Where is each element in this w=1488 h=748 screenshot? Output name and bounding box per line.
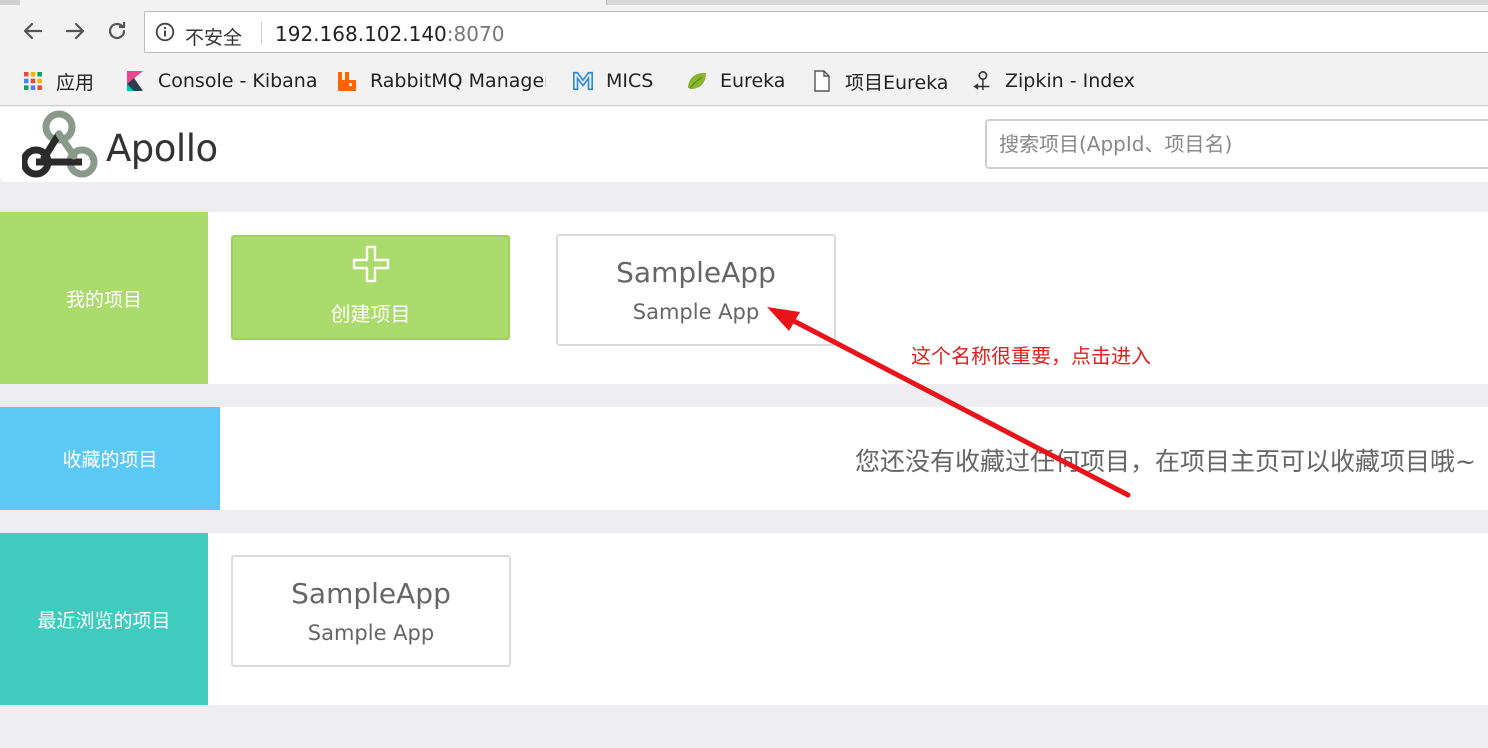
app-name: SampleApp — [616, 256, 776, 289]
arrow-right-icon — [65, 22, 85, 40]
bookmark-label: 应用 — [56, 71, 95, 94]
eureka-leaf-icon — [686, 70, 708, 92]
favorite-projects-section: 收藏的项目 您还没有收藏过任何项目，在项目主页可以收藏项目哦~ — [0, 407, 1488, 510]
bookmark-label: Zipkin - Index — [1005, 70, 1135, 92]
bookmark-label: 项目Eureka — [845, 71, 949, 94]
bookmark-apps[interactable]: 应用 — [22, 68, 94, 94]
info-icon[interactable] — [155, 22, 175, 42]
favorites-empty-message: 您还没有收藏过任何项目，在项目主页可以收藏项目哦~ — [855, 447, 1476, 476]
my-projects-label: 我的项目 — [0, 212, 208, 384]
arrow-left-icon — [23, 22, 43, 40]
bookmark-label: Eureka — [720, 70, 786, 92]
back-button[interactable] — [20, 18, 46, 44]
app-id: Sample App — [307, 621, 435, 645]
app-id: Sample App — [632, 300, 760, 324]
insecure-label[interactable]: 不安全 — [185, 23, 242, 50]
address-divider — [261, 22, 262, 44]
rabbitmq-icon — [336, 70, 358, 92]
url-host: 192.168.102.140 — [275, 22, 447, 46]
bookmark-mics[interactable]: MICS — [572, 68, 653, 94]
bookmark-kibana[interactable]: Console - Kibana — [124, 68, 318, 94]
bookmarks-bar: 应用 Console - Kibana RabbitMQ Manager MIC… — [0, 56, 1488, 106]
address-bar[interactable]: 不安全 192.168.102.140:8070 — [144, 11, 1488, 53]
search-input[interactable] — [985, 119, 1488, 169]
tab-edge-inactive[interactable] — [606, 0, 1488, 5]
page-icon — [811, 70, 833, 92]
reload-button[interactable] — [104, 18, 130, 44]
forward-button[interactable] — [62, 18, 88, 44]
url-text[interactable]: 192.168.102.140:8070 — [275, 22, 504, 46]
mics-icon — [572, 70, 594, 92]
zipkin-icon — [971, 70, 993, 92]
bookmark-label: Console - Kibana — [158, 70, 318, 92]
plus-icon — [352, 245, 390, 283]
browser-toolbar: 不安全 192.168.102.140:8070 — [0, 6, 1488, 56]
bookmark-project-eureka[interactable]: 项目Eureka — [811, 68, 948, 94]
my-projects-section: 我的项目 创建项目 SampleApp Sample App — [0, 212, 1488, 384]
create-project-button[interactable]: 创建项目 — [231, 235, 510, 340]
bookmark-zipkin[interactable]: Zipkin - Index — [971, 68, 1135, 94]
tab-edge[interactable] — [0, 0, 20, 5]
recent-projects-label: 最近浏览的项目 — [0, 533, 208, 705]
create-project-label: 创建项目 — [330, 302, 411, 326]
bookmark-rabbitmq[interactable]: RabbitMQ Manager — [336, 68, 546, 94]
bookmark-label: MICS — [606, 70, 654, 92]
url-port: :8070 — [446, 22, 505, 46]
app-card-sampleapp[interactable]: SampleApp Sample App — [556, 234, 836, 346]
recent-projects-section: 最近浏览的项目 SampleApp Sample App — [0, 533, 1488, 705]
favorite-projects-label: 收藏的项目 — [0, 407, 220, 510]
brand-name[interactable]: Apollo — [106, 127, 218, 170]
reload-icon — [108, 22, 126, 40]
kibana-icon — [124, 70, 146, 92]
app-name: SampleApp — [291, 577, 451, 610]
apps-grid-icon — [22, 70, 44, 92]
app-header: Apollo — [0, 107, 1488, 182]
annotation-text: 这个名称很重要，点击进入 — [911, 344, 1151, 368]
recent-app-card-sampleapp[interactable]: SampleApp Sample App — [231, 555, 511, 667]
apollo-logo[interactable] — [22, 110, 102, 180]
bookmark-label: RabbitMQ Manager — [370, 70, 546, 92]
bookmark-eureka[interactable]: Eureka — [686, 68, 785, 94]
